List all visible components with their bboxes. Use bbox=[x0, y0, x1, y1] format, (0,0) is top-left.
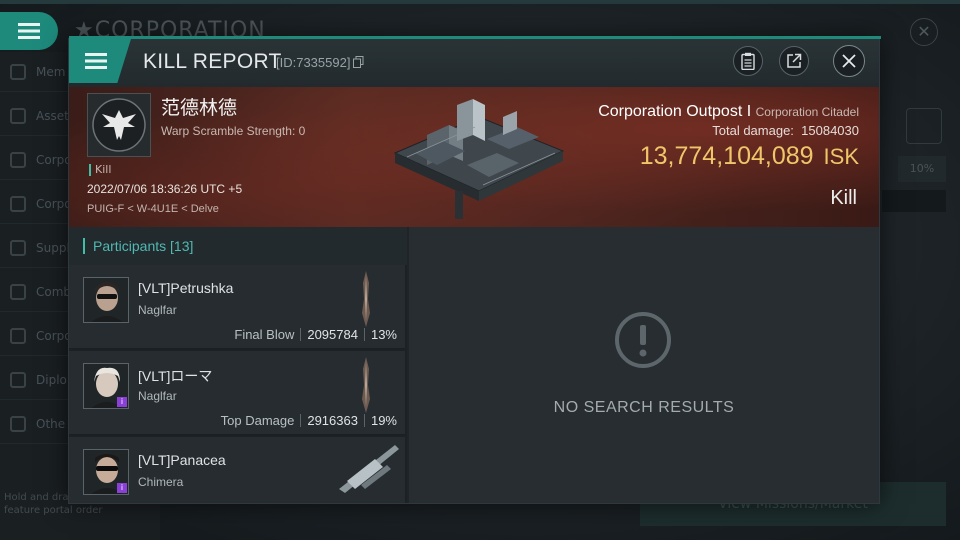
hamburger-icon bbox=[85, 53, 107, 69]
participant-stats: Top Damage 2916363 19% bbox=[220, 413, 397, 428]
kill-banner: 范德林德 Warp Scramble Strength: 0 Kill 2022… bbox=[69, 87, 879, 227]
report-id[interactable]: [ID:7335592] bbox=[276, 55, 364, 70]
share-button[interactable] bbox=[779, 46, 809, 76]
pilot-portrait-icon bbox=[84, 278, 128, 322]
victim-subtitle: Warp Scramble Strength: 0 bbox=[161, 124, 306, 138]
carrier-icon bbox=[339, 445, 399, 493]
close-icon bbox=[842, 54, 856, 68]
citadel-structure-icon bbox=[393, 99, 565, 219]
target-type: Corporation Citadel bbox=[755, 105, 859, 119]
victim-corp-logo[interactable] bbox=[87, 93, 151, 157]
members-icon bbox=[10, 63, 26, 80]
participant-ship: Naglfar bbox=[138, 389, 177, 403]
kill-report-modal: KILL REPORT [ID:7335592] 范德林德 Warp Scram… bbox=[68, 36, 881, 504]
eagle-emblem-icon bbox=[92, 98, 146, 152]
assets-icon bbox=[10, 107, 26, 124]
participant-ship: Naglfar bbox=[138, 303, 177, 317]
modal-header: KILL REPORT [ID:7335592] bbox=[69, 39, 879, 87]
search-results-panel: NO SEARCH RESULTS bbox=[409, 227, 879, 503]
isk-value: 13,774,104,089 ISK bbox=[639, 142, 859, 170]
exclamation-icon bbox=[615, 312, 671, 368]
other-icon bbox=[10, 415, 26, 432]
supply-icon bbox=[10, 239, 26, 256]
document-icon bbox=[10, 327, 26, 344]
target-line: Corporation Outpost I Corporation Citade… bbox=[598, 103, 859, 121]
security-badge-icon: i bbox=[117, 397, 127, 407]
kill-result-label: Kill bbox=[830, 187, 857, 209]
dreadnought-icon bbox=[362, 271, 370, 327]
clipboard-button[interactable] bbox=[733, 46, 763, 76]
participant-row[interactable]: i [VLT]ローマ Naglfar Top Damage 2916363 19… bbox=[69, 351, 405, 435]
kill-location[interactable]: PUIG-F < W-4U1E < Delve bbox=[87, 203, 219, 215]
diplomacy-icon bbox=[10, 371, 26, 388]
background-percent: 10% bbox=[898, 156, 946, 182]
modal-menu-button[interactable] bbox=[69, 39, 131, 83]
kill-tag: Kill bbox=[89, 163, 111, 176]
pie-icon bbox=[10, 195, 26, 212]
participant-stats: Final Blow 2095784 13% bbox=[234, 327, 397, 342]
dreadnought-icon bbox=[362, 357, 370, 413]
hamburger-icon bbox=[18, 23, 40, 39]
close-icon: ✕ bbox=[917, 22, 931, 41]
participant-name: [VLT]Panacea bbox=[138, 452, 226, 468]
participant-row[interactable]: i [VLT]Panacea Chimera bbox=[69, 437, 405, 503]
background-top-line bbox=[0, 0, 960, 4]
background-close-button[interactable]: ✕ bbox=[910, 18, 938, 46]
empty-state-text: NO SEARCH RESULTS bbox=[553, 399, 735, 416]
participant-name: [VLT]Petrushka bbox=[138, 280, 234, 296]
modal-title: KILL REPORT bbox=[143, 50, 282, 73]
avatar[interactable]: i bbox=[83, 363, 129, 409]
background-menu-button[interactable] bbox=[0, 12, 58, 50]
victim-name[interactable]: 范德林德 bbox=[161, 93, 237, 120]
clipboard-icon bbox=[741, 52, 755, 70]
target-name[interactable]: Corporation Outpost I bbox=[598, 103, 751, 120]
background-external-button[interactable] bbox=[906, 108, 942, 144]
participants-panel: Participants [13] [VLT]Petrushka Naglfar… bbox=[69, 227, 407, 503]
avatar[interactable]: i bbox=[83, 449, 129, 495]
chart-icon bbox=[10, 151, 26, 168]
combat-icon bbox=[10, 283, 26, 300]
background-bar bbox=[882, 190, 946, 212]
kill-datetime: 2022/07/06 18:36:26 UTC +5 bbox=[87, 182, 243, 196]
modal-close-button[interactable] bbox=[833, 45, 865, 77]
participant-ship: Chimera bbox=[138, 475, 184, 489]
copy-icon[interactable] bbox=[353, 56, 364, 68]
participant-name: [VLT]ローマ bbox=[138, 368, 213, 384]
total-damage: Total damage: 15084030 bbox=[712, 123, 859, 138]
participants-header: Participants [13] bbox=[69, 227, 407, 265]
security-badge-icon: i bbox=[117, 483, 127, 493]
participant-row[interactable]: [VLT]Petrushka Naglfar Final Blow 209578… bbox=[69, 265, 405, 349]
avatar[interactable] bbox=[83, 277, 129, 323]
share-icon bbox=[787, 53, 802, 68]
